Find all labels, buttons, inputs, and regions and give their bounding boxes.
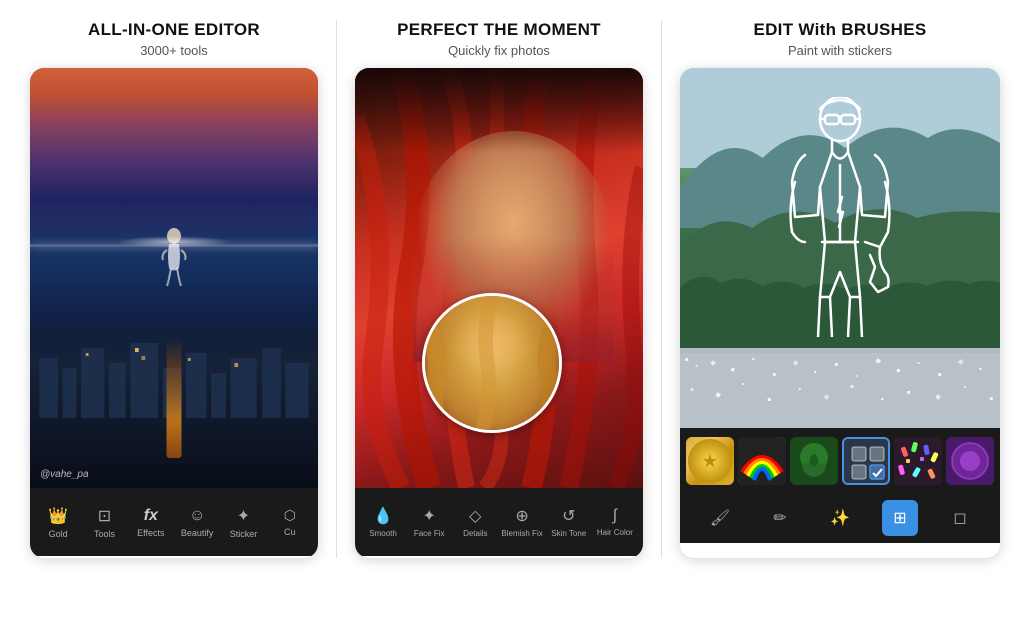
tools-icon: ⊡ <box>98 506 111 526</box>
sticker-tray: ★ <box>680 428 1000 493</box>
effects-icon: fx <box>144 507 158 525</box>
brush-tool-eraser[interactable]: ◻ <box>942 500 978 536</box>
tool-haircolor[interactable]: ∫ Hair Color <box>593 503 637 541</box>
watermark: @vahe_pa <box>40 469 89 480</box>
tool-smooth[interactable]: 💧 Smooth <box>361 502 405 542</box>
tool-sticker[interactable]: ✦ Sticker <box>221 500 265 545</box>
panel-1-subtitle: 3000+ tools <box>140 43 208 58</box>
tool-blemish-label: Blemish Fix <box>501 529 542 538</box>
sticker-green[interactable] <box>790 437 838 485</box>
sticker-rainbow[interactable] <box>738 437 786 485</box>
panel-3-subtitle: Paint with stickers <box>788 43 892 58</box>
tool-facefix[interactable]: ✦ Face Fix <box>407 502 451 542</box>
toolbar-2: 💧 Smooth ✦ Face Fix ◇ Details ⊕ Blemish … <box>355 488 643 556</box>
facefix-icon: ✦ <box>422 506 435 526</box>
tool-sticker-label: Sticker <box>230 529 258 539</box>
beautify-icon: ☺ <box>189 507 205 525</box>
tool-blemish[interactable]: ⊕ Blemish Fix <box>499 502 544 542</box>
panel-2-photo <box>355 68 643 488</box>
panel-2-title: PERFECT THE MOMENT <box>397 20 601 40</box>
glitter-ground <box>680 353 1000 428</box>
top-dark <box>355 68 643 152</box>
brush-tool-paint[interactable]: 🖌 <box>702 500 738 536</box>
tool-details[interactable]: ◇ Details <box>453 502 497 542</box>
tool-tools-label: Tools <box>94 529 115 539</box>
blemish-icon: ⊕ <box>515 506 528 526</box>
tool-haircolor-label: Hair Color <box>597 528 633 537</box>
divider-1 <box>336 20 337 558</box>
panel-3-phone: ★ <box>680 68 1000 558</box>
panel-1-photo: @vahe_pa <box>30 68 318 488</box>
brush-tool-sparkle[interactable]: ✨ <box>822 500 858 536</box>
splash <box>116 236 231 248</box>
tool-effects[interactable]: fx Effects <box>129 501 173 544</box>
panel-3-title: EDIT With BRUSHES <box>753 20 926 40</box>
crown-icon: 👑 <box>48 506 68 526</box>
tool-beautify[interactable]: ☺ Beautify <box>175 501 219 544</box>
eraser-icon: ◻ <box>953 508 966 528</box>
svg-text:★: ★ <box>702 451 718 471</box>
tool-cube[interactable]: ⬡ Cu <box>268 501 312 543</box>
tool-skintone-label: Skin Tone <box>551 529 586 538</box>
sticker-purple[interactable] <box>946 437 994 485</box>
sticker-gold[interactable]: ★ <box>686 437 734 485</box>
tool-facefix-label: Face Fix <box>414 529 445 538</box>
panel-brushes: EDIT With BRUSHES Paint with stickers <box>680 20 1000 558</box>
tower <box>167 338 182 458</box>
sticker-selected[interactable] <box>842 437 890 485</box>
panel-1-phone: @vahe_pa 👑 Gold ⊡ Tools fx Effects ☺ Bea… <box>30 68 318 558</box>
tool-beautify-label: Beautify <box>181 528 214 538</box>
skintone-icon: ↺ <box>562 506 575 526</box>
sticker-icon: ✦ <box>237 506 250 526</box>
grid-brush-icon: ⊞ <box>893 508 906 528</box>
brush-tool-pen[interactable]: ✏ <box>762 500 798 536</box>
tool-tools[interactable]: ⊡ Tools <box>82 500 126 545</box>
tool-skintone[interactable]: ↺ Skin Tone <box>547 502 591 542</box>
panel-1-title: ALL-IN-ONE EDITOR <box>88 20 260 40</box>
brush-toolbar: 🖌 ✏ ✨ ⊞ ◻ <box>680 493 1000 543</box>
brush-tool-grid[interactable]: ⊞ <box>882 500 918 536</box>
tool-cube-label: Cu <box>284 527 296 537</box>
sparkle-icon: ✨ <box>830 508 850 528</box>
cube-icon: ⬡ <box>284 507 296 524</box>
panel-2-subtitle: Quickly fix photos <box>448 43 550 58</box>
haircolor-icon: ∫ <box>613 507 617 525</box>
toolbar-1: 👑 Gold ⊡ Tools fx Effects ☺ Beautify ✦ <box>30 488 318 556</box>
tool-gold[interactable]: 👑 Gold <box>36 500 80 545</box>
pen-icon: ✏ <box>773 508 786 528</box>
paint-brush-icon: 🖌 <box>710 508 730 528</box>
details-icon: ◇ <box>469 506 481 526</box>
panel-2-phone: 💧 Smooth ✦ Face Fix ◇ Details ⊕ Blemish … <box>355 68 643 558</box>
tool-effects-label: Effects <box>137 528 164 538</box>
panel-perfect-moment: PERFECT THE MOMENT Quickly fix photos <box>355 20 643 558</box>
divider-2 <box>661 20 662 558</box>
person-sketch-outline <box>770 97 910 337</box>
tool-smooth-label: Smooth <box>369 529 397 538</box>
smooth-icon: 💧 <box>373 506 393 526</box>
sticker-confetti[interactable] <box>894 437 942 485</box>
circle-inset <box>422 293 562 433</box>
main-panels: ALL-IN-ONE EDITOR 3000+ tools <box>30 20 1000 558</box>
inset-hair <box>425 296 559 430</box>
tool-details-label: Details <box>463 529 487 538</box>
panel-3-photo <box>680 68 1000 428</box>
tool-gold-label: Gold <box>49 529 68 539</box>
panel-all-in-one: ALL-IN-ONE EDITOR 3000+ tools <box>30 20 318 558</box>
